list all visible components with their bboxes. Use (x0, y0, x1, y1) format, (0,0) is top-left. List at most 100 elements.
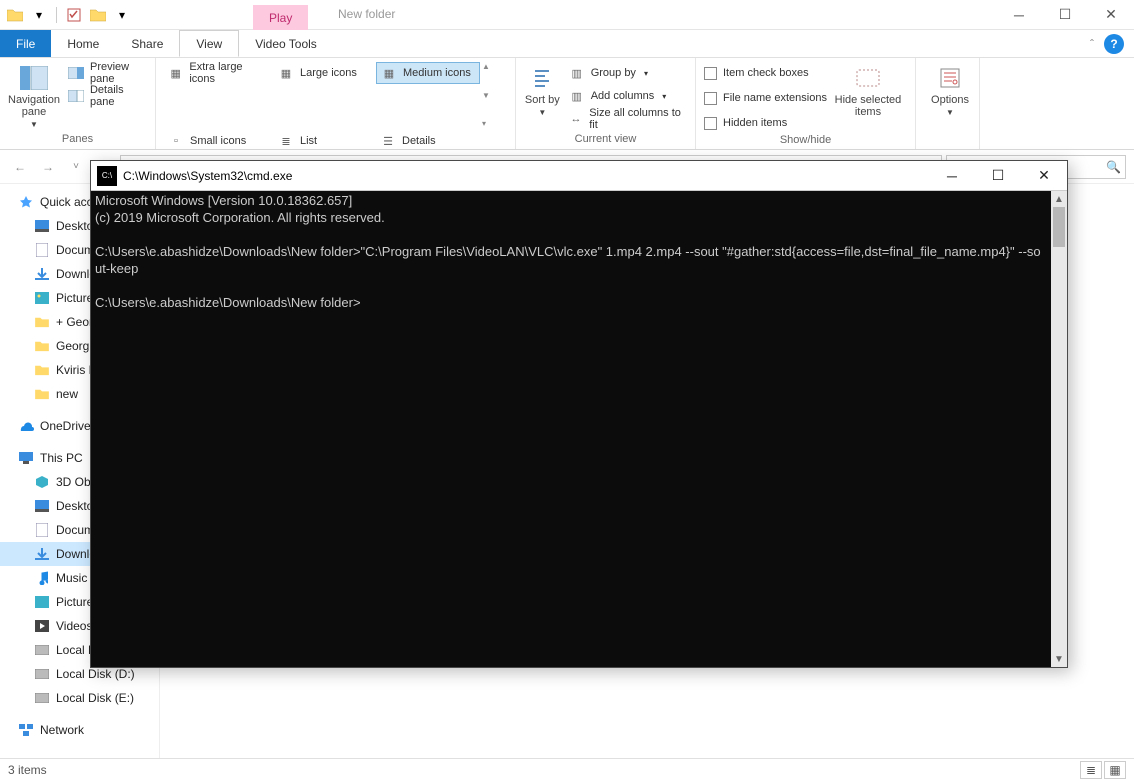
details-pane-label: Details pane (90, 84, 143, 108)
cmd-close-button[interactable]: ✕ (1021, 161, 1067, 191)
folder-icon (34, 362, 50, 378)
ribbon-tabs: File Home Share View Video Tools ˆ ? (0, 30, 1134, 58)
group-by-button[interactable]: ▥Group by▾ (565, 62, 687, 84)
documents-icon (34, 522, 50, 538)
tab-share[interactable]: Share (115, 30, 179, 57)
qat-dropdown[interactable]: ▾ (28, 4, 50, 26)
videos-icon (34, 618, 50, 634)
close-button[interactable]: ✕ (1088, 0, 1134, 30)
cmd-window: C:\ C:\Windows\System32\cmd.exe ─ ☐ ✕ Mi… (90, 160, 1068, 668)
cmd-prompt: C:\Users\e.abashidze\Downloads\New folde… (95, 295, 361, 310)
layout-extra-large[interactable]: ▦Extra large icons (164, 62, 272, 84)
cube-icon (34, 474, 50, 490)
check-hidden-items[interactable]: Hidden items (704, 112, 827, 134)
qat-separator (56, 7, 57, 23)
cmd-title: C:\Windows\System32\cmd.exe (123, 169, 292, 183)
sort-by-button[interactable]: Sort by ▼ (524, 62, 561, 117)
check-item-check-boxes[interactable]: Item check boxes (704, 62, 827, 84)
cmd-line: Microsoft Windows [Version 10.0.18362.65… (95, 193, 352, 208)
layout-details[interactable]: ☰Details (376, 130, 480, 152)
check-file-name-extensions[interactable]: File name extensions (704, 87, 827, 109)
pictures-icon (34, 290, 50, 306)
ribbon-group-currentview: Sort by ▼ ▥Group by▾ ▥Add columns▾ ↔Size… (516, 58, 696, 149)
group-label-currentview: Current view (524, 133, 687, 147)
view-details-icon[interactable]: ≣ (1080, 761, 1102, 779)
cmd-minimize-button[interactable]: ─ (929, 161, 975, 191)
options-button[interactable]: Options ▼ (924, 62, 976, 117)
cmd-maximize-button[interactable]: ☐ (975, 161, 1021, 191)
drive-icon (34, 642, 50, 658)
network-icon (18, 722, 34, 738)
group-label-panes: Panes (8, 133, 147, 147)
minimize-button[interactable]: ─ (996, 0, 1042, 30)
nav-back-button[interactable]: ← (8, 155, 32, 179)
contextual-tab-group: Play (253, 0, 308, 30)
layout-scroll-up[interactable]: ▲ (482, 62, 500, 71)
hide-selected-button[interactable]: Hide selected items (831, 62, 905, 118)
cmd-body: Microsoft Windows [Version 10.0.18362.65… (91, 191, 1067, 667)
folder-icon (34, 314, 50, 330)
preview-pane-button[interactable]: Preview pane (64, 62, 147, 84)
qat-customize-dropdown[interactable]: ▾ (111, 4, 133, 26)
cmd-terminal[interactable]: Microsoft Windows [Version 10.0.18362.65… (91, 191, 1051, 667)
contextual-tab-play[interactable]: Play (253, 5, 308, 30)
star-icon (18, 194, 34, 210)
layout-small[interactable]: ▫Small icons (164, 130, 272, 152)
details-pane-button[interactable]: Details pane (64, 85, 147, 107)
layout-medium[interactable]: ▦Medium icons (376, 62, 480, 84)
cmd-titlebar[interactable]: C:\ C:\Windows\System32\cmd.exe ─ ☐ ✕ (91, 161, 1067, 191)
qat-newfolder-icon[interactable] (87, 4, 109, 26)
layout-list[interactable]: ≣List (274, 130, 374, 152)
cmd-window-controls: ─ ☐ ✕ (929, 161, 1067, 191)
pc-icon (18, 450, 34, 466)
help-button[interactable]: ? (1104, 34, 1124, 54)
sidebar-network[interactable]: Network (0, 718, 159, 742)
collapse-ribbon-icon[interactable]: ˆ (1090, 37, 1094, 51)
desktop-icon (34, 498, 50, 514)
qat-properties-icon[interactable] (63, 4, 85, 26)
group-label-showhide: Show/hide (704, 134, 907, 148)
tab-file[interactable]: File (0, 30, 51, 57)
downloads-icon (34, 266, 50, 282)
options-label: Options (931, 94, 969, 106)
view-large-icon[interactable]: ▦ (1104, 761, 1126, 779)
folder-icon (34, 386, 50, 402)
status-bar: 3 items ≣ ▦ (0, 758, 1134, 780)
tab-home[interactable]: Home (51, 30, 115, 57)
dropdown-glyph: ▾ (119, 8, 125, 22)
preview-pane-label: Preview pane (90, 61, 143, 85)
explorer-titlebar: ▾ ▾ Play New folder ─ ☐ ✕ (0, 0, 1134, 30)
layout-large[interactable]: ▦Large icons (274, 62, 374, 84)
layout-scroll-down[interactable]: ▼ (482, 91, 500, 100)
ribbon-panel: Navigation pane ▼ Preview pane Details p… (0, 58, 1134, 150)
add-columns-button[interactable]: ▥Add columns▾ (565, 85, 687, 107)
music-icon (34, 570, 50, 586)
cmd-line: C:\Users\e.abashidze\Downloads\New folde… (95, 244, 1041, 276)
status-item-count: 3 items (8, 763, 47, 777)
size-all-columns-button[interactable]: ↔Size all columns to fit (565, 108, 687, 130)
tab-video-tools[interactable]: Video Tools (239, 30, 333, 57)
search-icon: 🔍 (1106, 160, 1121, 174)
navigation-pane-button[interactable]: Navigation pane ▼ (8, 62, 60, 129)
documents-icon (34, 242, 50, 258)
sidebar-local-e[interactable]: Local Disk (E:) (0, 686, 159, 710)
sort-by-label: Sort by (525, 94, 560, 106)
app-folder-icon (4, 4, 26, 26)
scroll-up-icon[interactable]: ▲ (1051, 191, 1067, 207)
dropdown-glyph: ▾ (36, 8, 42, 22)
nav-forward-button[interactable]: → (36, 155, 60, 179)
ribbon-group-panes: Navigation pane ▼ Preview pane Details p… (0, 58, 156, 149)
quick-access-toolbar: ▾ ▾ (0, 4, 133, 26)
onedrive-icon (18, 418, 34, 434)
tab-view[interactable]: View (179, 30, 239, 57)
ribbon-group-layout: ▦Extra large icons ▦Large icons ▦Medium … (156, 58, 516, 149)
maximize-button[interactable]: ☐ (1042, 0, 1088, 30)
cmd-scrollbar[interactable]: ▲ ▼ (1051, 191, 1067, 667)
nav-recent-dropdown[interactable]: ˅ (64, 155, 88, 179)
explorer-window-controls: ─ ☐ ✕ (996, 0, 1134, 30)
window-title: New folder (338, 7, 395, 21)
scroll-down-icon[interactable]: ▼ (1051, 651, 1067, 667)
scroll-thumb[interactable] (1053, 207, 1065, 247)
layout-more[interactable]: ▾ (482, 119, 500, 128)
folder-icon (34, 338, 50, 354)
